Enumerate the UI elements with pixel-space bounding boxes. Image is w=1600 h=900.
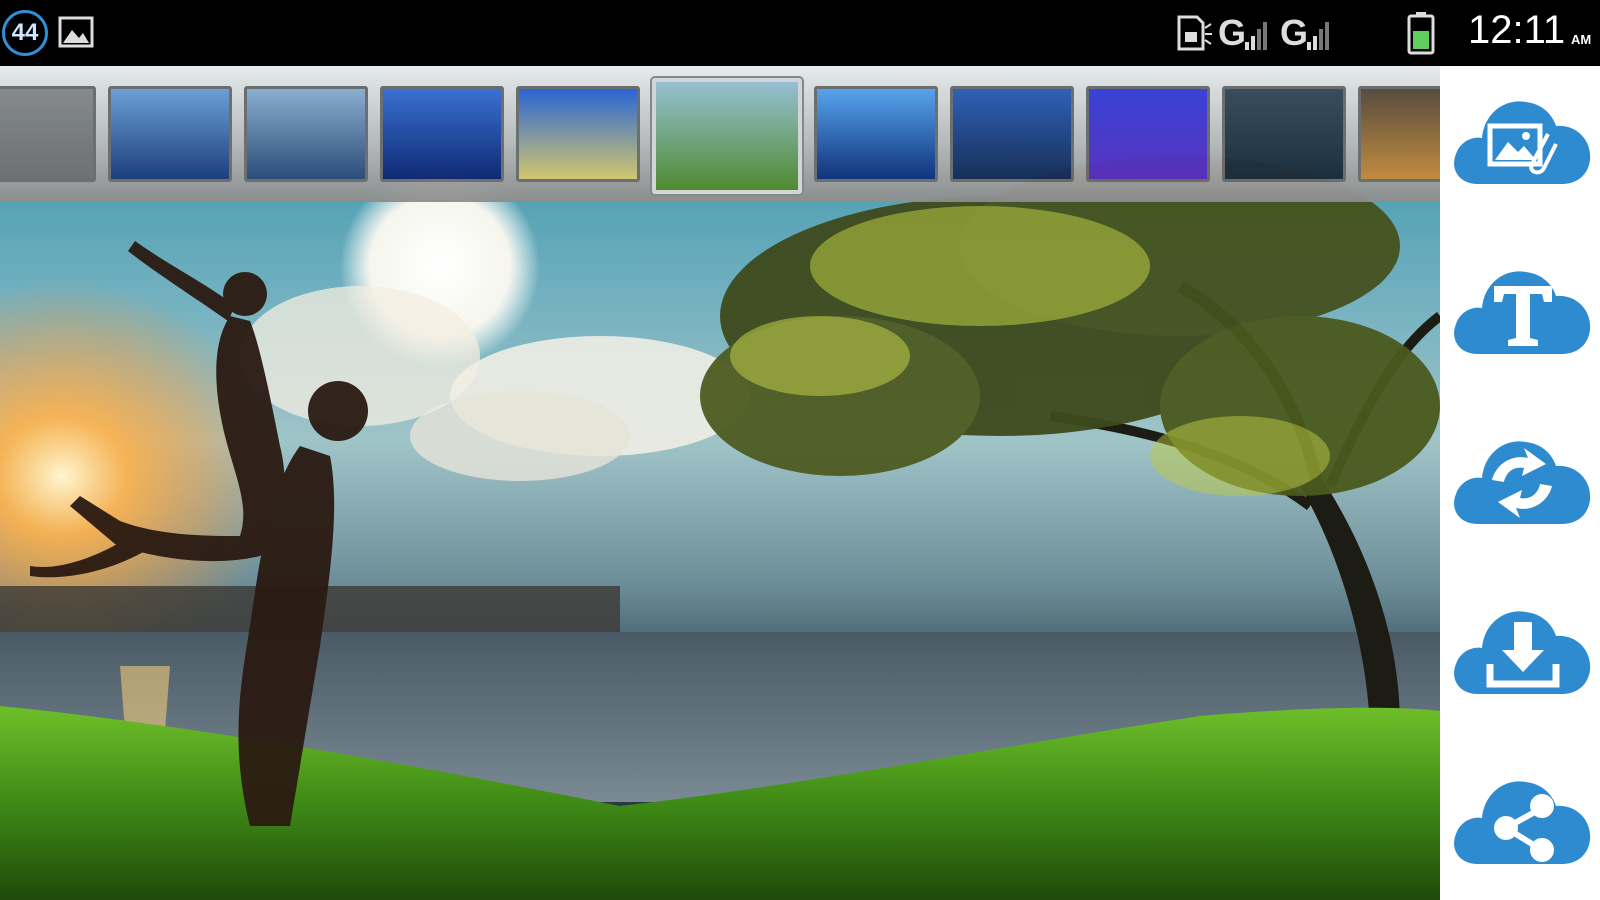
filter-thumbnail-dark-shore[interactable] bbox=[1222, 86, 1346, 182]
photo-canvas[interactable] bbox=[0, 66, 1440, 900]
action-toolbar bbox=[1440, 66, 1600, 900]
filter-preview bbox=[383, 89, 501, 179]
filter-thumbnail-blue-beach[interactable] bbox=[516, 86, 640, 182]
filter-thumbnail-tree-lake[interactable] bbox=[652, 78, 802, 194]
filter-preview bbox=[519, 89, 637, 179]
filter-preview bbox=[656, 82, 798, 190]
network-type-1: G bbox=[1218, 12, 1246, 53]
share-button[interactable] bbox=[1448, 764, 1596, 872]
filter-preview bbox=[247, 89, 365, 179]
filter-thumbnail-sunset-harbor[interactable] bbox=[1358, 86, 1440, 182]
text-icon bbox=[1454, 271, 1591, 354]
share-icon bbox=[1454, 781, 1591, 864]
notification-count: 44 bbox=[11, 19, 39, 46]
filter-preview bbox=[0, 89, 93, 179]
refresh-arrows-icon bbox=[1454, 441, 1591, 524]
notification-count-badge: 44 bbox=[2, 10, 48, 56]
filter-preview bbox=[1361, 89, 1440, 179]
filter-thumbnail-blue-night[interactable] bbox=[380, 86, 504, 182]
filter-thumbnail-moon-sky[interactable] bbox=[108, 86, 232, 182]
gallery-notification-icon bbox=[58, 16, 94, 48]
clock-time: 12:11 bbox=[1468, 8, 1566, 52]
add-text-button[interactable] bbox=[1448, 254, 1596, 362]
filter-strip[interactable] bbox=[0, 66, 1440, 202]
flip-button[interactable] bbox=[1448, 424, 1596, 532]
signal-strength-2-icon bbox=[1307, 22, 1329, 50]
download-icon bbox=[1454, 611, 1591, 694]
filter-thumbnail-moon-sea[interactable] bbox=[244, 86, 368, 182]
filter-thumbnail-dolphin-moon[interactable] bbox=[1086, 86, 1210, 182]
add-photo-button[interactable] bbox=[1448, 84, 1596, 192]
filter-preview bbox=[1089, 89, 1207, 179]
network-type-2: G bbox=[1280, 12, 1308, 53]
filter-thumbnail-blue-burst[interactable] bbox=[814, 86, 938, 182]
save-button[interactable] bbox=[1448, 594, 1596, 702]
filter-preview bbox=[817, 89, 935, 179]
filter-preview bbox=[111, 89, 229, 179]
filter-preview bbox=[953, 89, 1071, 179]
battery-icon bbox=[1407, 12, 1435, 55]
signal-strength-1-icon bbox=[1245, 22, 1267, 50]
filter-thumbnail-plain-gray[interactable] bbox=[0, 86, 96, 182]
filter-preview bbox=[1225, 89, 1343, 179]
sim-card-icon bbox=[1177, 15, 1212, 51]
image-attach-icon bbox=[1454, 101, 1591, 184]
clock-ampm: AM bbox=[1571, 32, 1592, 47]
filter-thumbnail-night-lake[interactable] bbox=[950, 86, 1074, 182]
status-bar: 44 G G 12:11 AM bbox=[0, 0, 1600, 66]
